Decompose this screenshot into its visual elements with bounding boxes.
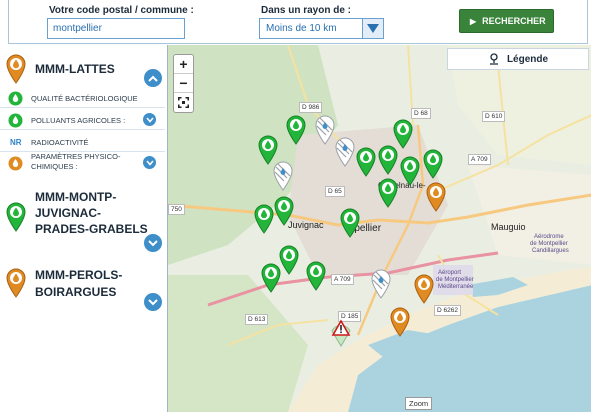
expand-button[interactable] xyxy=(143,156,156,169)
green-station-marker[interactable] xyxy=(254,204,274,239)
green-station-marker[interactable] xyxy=(393,119,413,154)
green-station-marker[interactable] xyxy=(286,115,306,150)
green-station-marker[interactable] xyxy=(356,147,376,182)
postal-code-input[interactable] xyxy=(47,18,185,39)
parameter-row-polluants[interactable]: POLLUANTS AGRICOLES : xyxy=(0,110,165,130)
airport-label-line-2: de Montpellier xyxy=(436,277,474,283)
green-station-marker[interactable] xyxy=(279,245,299,280)
orange-drop-icon xyxy=(8,156,23,176)
station-item-perols[interactable]: MMM-PEROLS- BOIRARGUES xyxy=(0,264,165,314)
station-name: MMM-LATTES xyxy=(35,62,115,76)
road-label: D 986 xyxy=(299,102,323,113)
play-icon: ▶ xyxy=(470,16,477,26)
fullscreen-icon xyxy=(178,97,189,108)
collapse-button[interactable] xyxy=(144,69,162,87)
road-label: D 613 xyxy=(245,314,269,325)
airport-label-line-3: Méditerranée xyxy=(438,284,474,290)
orange-station-marker[interactable] xyxy=(426,182,446,217)
parameter-label: POLLUANTS AGRICOLES : xyxy=(31,116,126,125)
orange-station-marker[interactable] xyxy=(390,307,410,342)
radius-label: Dans un rayon de : xyxy=(261,5,352,16)
city-label-mauguio: Mauguio xyxy=(491,222,526,232)
zoom-caption: Zoom xyxy=(405,397,433,410)
green-pin-icon xyxy=(6,202,26,237)
parameter-row-physico[interactable]: PARAMÈTRES PHYSICO- CHIMIQUES : xyxy=(0,152,165,174)
map-pin-icon xyxy=(489,53,498,65)
chevron-down-icon xyxy=(145,159,154,166)
aerodrome-label-line-3: Candillargues xyxy=(532,248,569,254)
road-label: D 65 xyxy=(325,186,345,197)
expand-button[interactable] xyxy=(144,234,162,252)
parameter-row-radioactivite: NR RADIOACTIVITÉ xyxy=(0,132,165,152)
station-name-line-2: BOIRARGUES xyxy=(35,285,117,299)
road-label: A 709 xyxy=(468,154,491,165)
fullscreen-button[interactable] xyxy=(174,93,193,112)
zoom-control: + − xyxy=(173,54,194,113)
orange-pin-icon xyxy=(6,54,26,89)
green-station-marker[interactable] xyxy=(261,263,281,298)
green-station-marker[interactable] xyxy=(400,156,420,191)
orange-station-marker[interactable] xyxy=(414,274,434,309)
expand-button[interactable] xyxy=(144,293,162,311)
legend-button[interactable]: Légende xyxy=(447,48,589,70)
parameter-label: QUALITÉ BACTÉRIOLOGIQUE xyxy=(31,94,138,103)
warning-marker-icon[interactable] xyxy=(330,317,352,352)
green-drop-icon xyxy=(8,113,23,133)
aerodrome-label-line-2: de Montpellier xyxy=(530,241,568,247)
parameter-label: RADIOACTIVITÉ xyxy=(31,138,89,147)
station-name-line-1: MMM-PEROLS- xyxy=(35,268,123,282)
postal-code-label: Votre code postal / commune : xyxy=(49,5,194,16)
search-bar: Votre code postal / commune : Dans un ra… xyxy=(8,0,588,44)
station-name-line-3: PRADES-GRABELS xyxy=(35,222,148,236)
chevron-down-icon[interactable] xyxy=(362,19,383,38)
green-station-marker[interactable] xyxy=(274,196,294,231)
aerodrome-label-line-1: Aérodrome xyxy=(534,234,564,240)
green-station-marker[interactable] xyxy=(306,261,326,296)
station-item-juvignac[interactable]: MMM-MONTP- JUVIGNAC- PRADES-GRABELS xyxy=(0,188,165,256)
green-station-marker[interactable] xyxy=(378,178,398,213)
radius-select[interactable]: Moins de 10 km xyxy=(259,18,384,39)
zoom-out-button[interactable]: − xyxy=(174,74,193,93)
radius-value: Moins de 10 km xyxy=(266,23,337,34)
airport-label-line-1: Aéroport xyxy=(438,270,462,276)
station-name-line-2: JUVIGNAC- xyxy=(35,206,102,220)
legend-label: Légende xyxy=(506,53,549,65)
hatched-station-marker[interactable] xyxy=(315,115,335,150)
road-label: 750 xyxy=(168,204,185,215)
hatched-station-marker[interactable] xyxy=(371,269,391,304)
road-label: D 610 xyxy=(482,111,506,122)
zoom-in-button[interactable]: + xyxy=(174,55,193,74)
station-item-lattes[interactable]: MMM-LATTES QUALITÉ BACTÉRIOLOGIQUE POLLU… xyxy=(0,52,165,197)
search-button[interactable]: ▶ RECHERCHER xyxy=(459,9,554,33)
green-drop-icon xyxy=(8,91,23,111)
station-sidebar: MMM-LATTES QUALITÉ BACTÉRIOLOGIQUE POLLU… xyxy=(0,52,165,412)
search-button-label: RECHERCHER xyxy=(482,16,546,26)
station-name-line-1: MMM-MONTP- xyxy=(35,190,117,204)
road-label: A 709 xyxy=(331,274,354,285)
green-station-marker[interactable] xyxy=(340,208,360,243)
road-label: D 68 xyxy=(411,108,431,119)
parameter-row-bacterio: QUALITÉ BACTÉRIOLOGIQUE xyxy=(0,88,165,108)
chevron-down-icon xyxy=(148,298,158,305)
orange-pin-icon xyxy=(6,268,26,303)
chevron-down-icon xyxy=(148,239,158,246)
map-view[interactable]: + − Légende D 986 D 68 D 610 A 709 D 65 … xyxy=(167,45,591,412)
nr-badge: NR xyxy=(10,138,22,147)
hatched-station-marker[interactable] xyxy=(273,161,293,196)
expand-button[interactable] xyxy=(143,113,156,126)
parameter-label-line-1: PARAMÈTRES PHYSICO- xyxy=(31,152,121,161)
green-station-marker[interactable] xyxy=(423,149,443,184)
parameter-label-line-2: CHIMIQUES : xyxy=(31,162,78,171)
hatched-station-marker[interactable] xyxy=(335,137,355,172)
chevron-up-icon xyxy=(148,75,158,82)
road-label: D 6262 xyxy=(434,305,461,316)
chevron-down-icon xyxy=(145,116,154,123)
